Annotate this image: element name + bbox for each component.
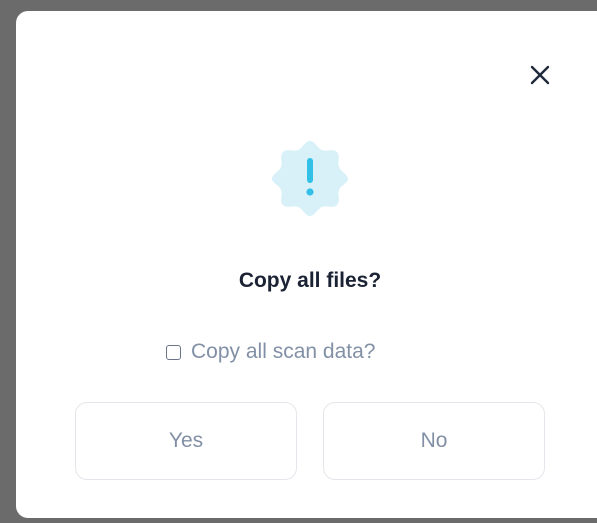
dialog-title: Copy all files? bbox=[238, 269, 382, 292]
exclamation-badge-icon bbox=[262, 131, 358, 227]
copy-files-dialog: Copy all files? Copy all scan data? Yes … bbox=[16, 11, 597, 518]
no-button[interactable]: No bbox=[323, 402, 545, 480]
copy-scan-data-checkbox[interactable]: Copy all scan data? bbox=[166, 337, 375, 367]
close-icon bbox=[530, 65, 550, 85]
close-button[interactable] bbox=[526, 61, 554, 89]
checkbox-label: Copy all scan data? bbox=[191, 340, 376, 363]
checkbox-box[interactable] bbox=[166, 344, 181, 360]
yes-button[interactable]: Yes bbox=[75, 402, 297, 480]
